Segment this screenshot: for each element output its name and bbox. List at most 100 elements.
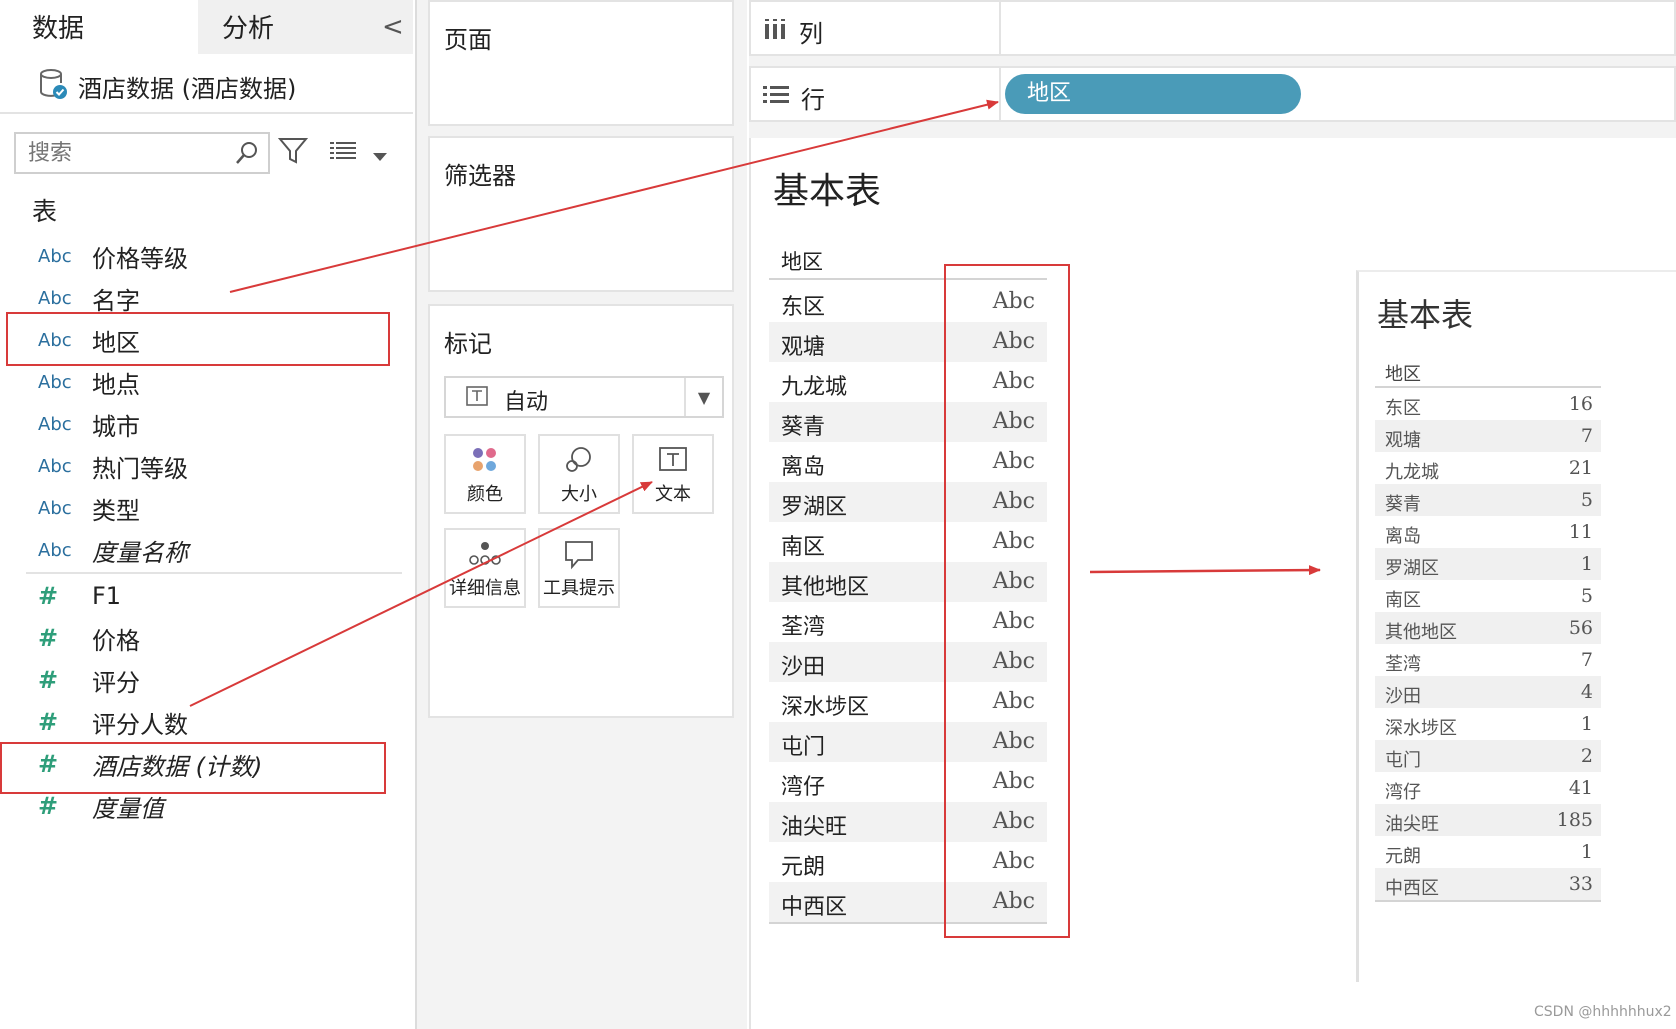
- field-name[interactable]: Abc 名字: [38, 280, 140, 316]
- result-row-label: 葵青: [1385, 494, 1421, 515]
- field-location[interactable]: Abc 地点: [38, 364, 140, 400]
- pages-card[interactable]: 页面: [428, 0, 734, 126]
- field-city[interactable]: Abc 城市: [38, 406, 140, 442]
- columns-shelf[interactable]: 列: [749, 0, 1676, 56]
- result-row: 东区 16: [1375, 388, 1601, 420]
- tab-data[interactable]: 数据: [0, 0, 196, 54]
- marks-type-label: 自动: [504, 390, 549, 415]
- result-row-value: 5: [1580, 489, 1593, 511]
- field-price-level[interactable]: Abc 价格等级: [38, 238, 188, 274]
- filters-title: 筛选器: [444, 162, 516, 190]
- row-label: 观塘: [781, 335, 826, 360]
- tooltip-label: 工具提示: [543, 578, 615, 599]
- collapse-pane-icon[interactable]: <: [382, 12, 404, 42]
- watermark: CSDN @hhhhhhux2: [1534, 1004, 1672, 1020]
- color-button[interactable]: 颜色: [444, 434, 526, 514]
- field-f1[interactable]: # F1: [38, 578, 121, 614]
- tab-analysis[interactable]: 分析: [198, 0, 413, 54]
- color-icon: [446, 446, 524, 478]
- field-label: 价格: [92, 626, 140, 655]
- rows-shelf-label: 行: [763, 80, 825, 115]
- list-view-icon[interactable]: [330, 140, 356, 166]
- highlight-box-abc-column: [944, 264, 1070, 938]
- row-label: 深水埗区: [781, 695, 870, 720]
- columns-title: 列: [799, 20, 823, 48]
- result-row: 湾仔 41: [1375, 772, 1601, 804]
- result-row-label: 离岛: [1385, 526, 1421, 547]
- row-label: 元朗: [781, 855, 826, 880]
- string-type-icon: Abc: [38, 497, 72, 519]
- field-type[interactable]: Abc 类型: [38, 490, 140, 526]
- string-type-icon: Abc: [38, 371, 72, 393]
- filters-card[interactable]: 筛选器: [428, 136, 734, 292]
- field-rating[interactable]: # 评分: [38, 662, 140, 698]
- size-button[interactable]: 大小: [538, 434, 620, 514]
- number-type-icon: #: [38, 666, 59, 694]
- result-row-value: 56: [1568, 617, 1593, 639]
- number-type-icon: #: [38, 582, 59, 610]
- highlight-box-hotel-count: [0, 742, 386, 794]
- detail-button[interactable]: 详细信息: [444, 528, 526, 608]
- field-label: 地点: [92, 370, 140, 399]
- pages-title: 页面: [444, 26, 492, 54]
- field-measure-names[interactable]: Abc 度量名称: [38, 532, 188, 568]
- rows-title: 行: [801, 86, 825, 114]
- result-row: 南区 5: [1375, 580, 1601, 612]
- row-label: 沙田: [781, 655, 826, 680]
- color-label: 颜色: [467, 484, 503, 505]
- result-row: 沙田 4: [1375, 676, 1601, 708]
- text-mark-icon: [466, 386, 488, 410]
- search-icon[interactable]: [234, 139, 260, 171]
- row-label: 屯门: [781, 735, 826, 760]
- rows-pill-region[interactable]: 地区: [1005, 74, 1301, 114]
- search-input[interactable]: [26, 140, 230, 167]
- filter-icon[interactable]: [277, 136, 309, 170]
- rows-drop-zone[interactable]: 地区: [999, 68, 1674, 120]
- marks-title: 标记: [444, 330, 492, 358]
- result-row-label: 东区: [1385, 398, 1421, 419]
- field-label: 名字: [92, 286, 140, 315]
- datasource-row[interactable]: 酒店数据 (酒店数据): [38, 66, 296, 106]
- field-label: 城市: [92, 412, 140, 441]
- result-row-label: 油尖旺: [1385, 814, 1439, 835]
- result-table-panel: 基本表 地区 东区 16 观塘 7 九龙城 21 葵青 5 离岛 11 罗湖区 1 南区 5 …: [1356, 270, 1676, 982]
- text-button[interactable]: 文本: [632, 434, 714, 514]
- row-label: 九龙城: [781, 375, 848, 400]
- search-box[interactable]: [14, 132, 270, 174]
- result-row-value: 5: [1580, 585, 1593, 607]
- result-row-label: 九龙城: [1385, 462, 1439, 483]
- row-label: 东区: [781, 295, 826, 320]
- tooltip-icon: [540, 540, 618, 574]
- result-row-label: 南区: [1385, 590, 1421, 611]
- row-label: 其他地区: [781, 575, 870, 600]
- result-row: 其他地区 56: [1375, 612, 1601, 644]
- result-row-value: 1: [1580, 841, 1593, 863]
- view-title[interactable]: 基本表: [773, 162, 881, 214]
- result-row: 罗湖区 1: [1375, 548, 1601, 580]
- divider: [0, 112, 413, 114]
- field-price[interactable]: # 价格: [38, 620, 140, 656]
- result-bottom-line: [1375, 900, 1601, 902]
- chevron-down-icon[interactable]: ▼: [684, 378, 722, 416]
- result-row: 离岛 11: [1375, 516, 1601, 548]
- size-label: 大小: [561, 484, 597, 505]
- field-label: 评分人数: [92, 710, 188, 739]
- columns-drop-zone[interactable]: [999, 2, 1674, 54]
- field-rating-count[interactable]: # 评分人数: [38, 704, 188, 740]
- rows-shelf[interactable]: 行 地区: [749, 66, 1676, 122]
- result-row-value: 2: [1580, 745, 1593, 767]
- result-row: 油尖旺 185: [1375, 804, 1601, 836]
- result-header-region: 地区: [1385, 364, 1421, 385]
- chevron-down-icon[interactable]: [372, 147, 388, 166]
- field-popularity[interactable]: Abc 热门等级: [38, 448, 188, 484]
- marks-type-dropdown[interactable]: 自动 ▼: [444, 376, 724, 418]
- result-title: 基本表: [1377, 296, 1474, 334]
- result-row-value: 185: [1556, 809, 1593, 831]
- result-row-value: 41: [1568, 777, 1593, 799]
- result-row-label: 深水埗区: [1385, 718, 1457, 739]
- result-row-value: 1: [1580, 713, 1593, 735]
- text-label: 文本: [655, 484, 691, 505]
- string-type-icon: Abc: [38, 287, 72, 309]
- table-header-region[interactable]: 地区: [781, 246, 823, 276]
- tooltip-button[interactable]: 工具提示: [538, 528, 620, 608]
